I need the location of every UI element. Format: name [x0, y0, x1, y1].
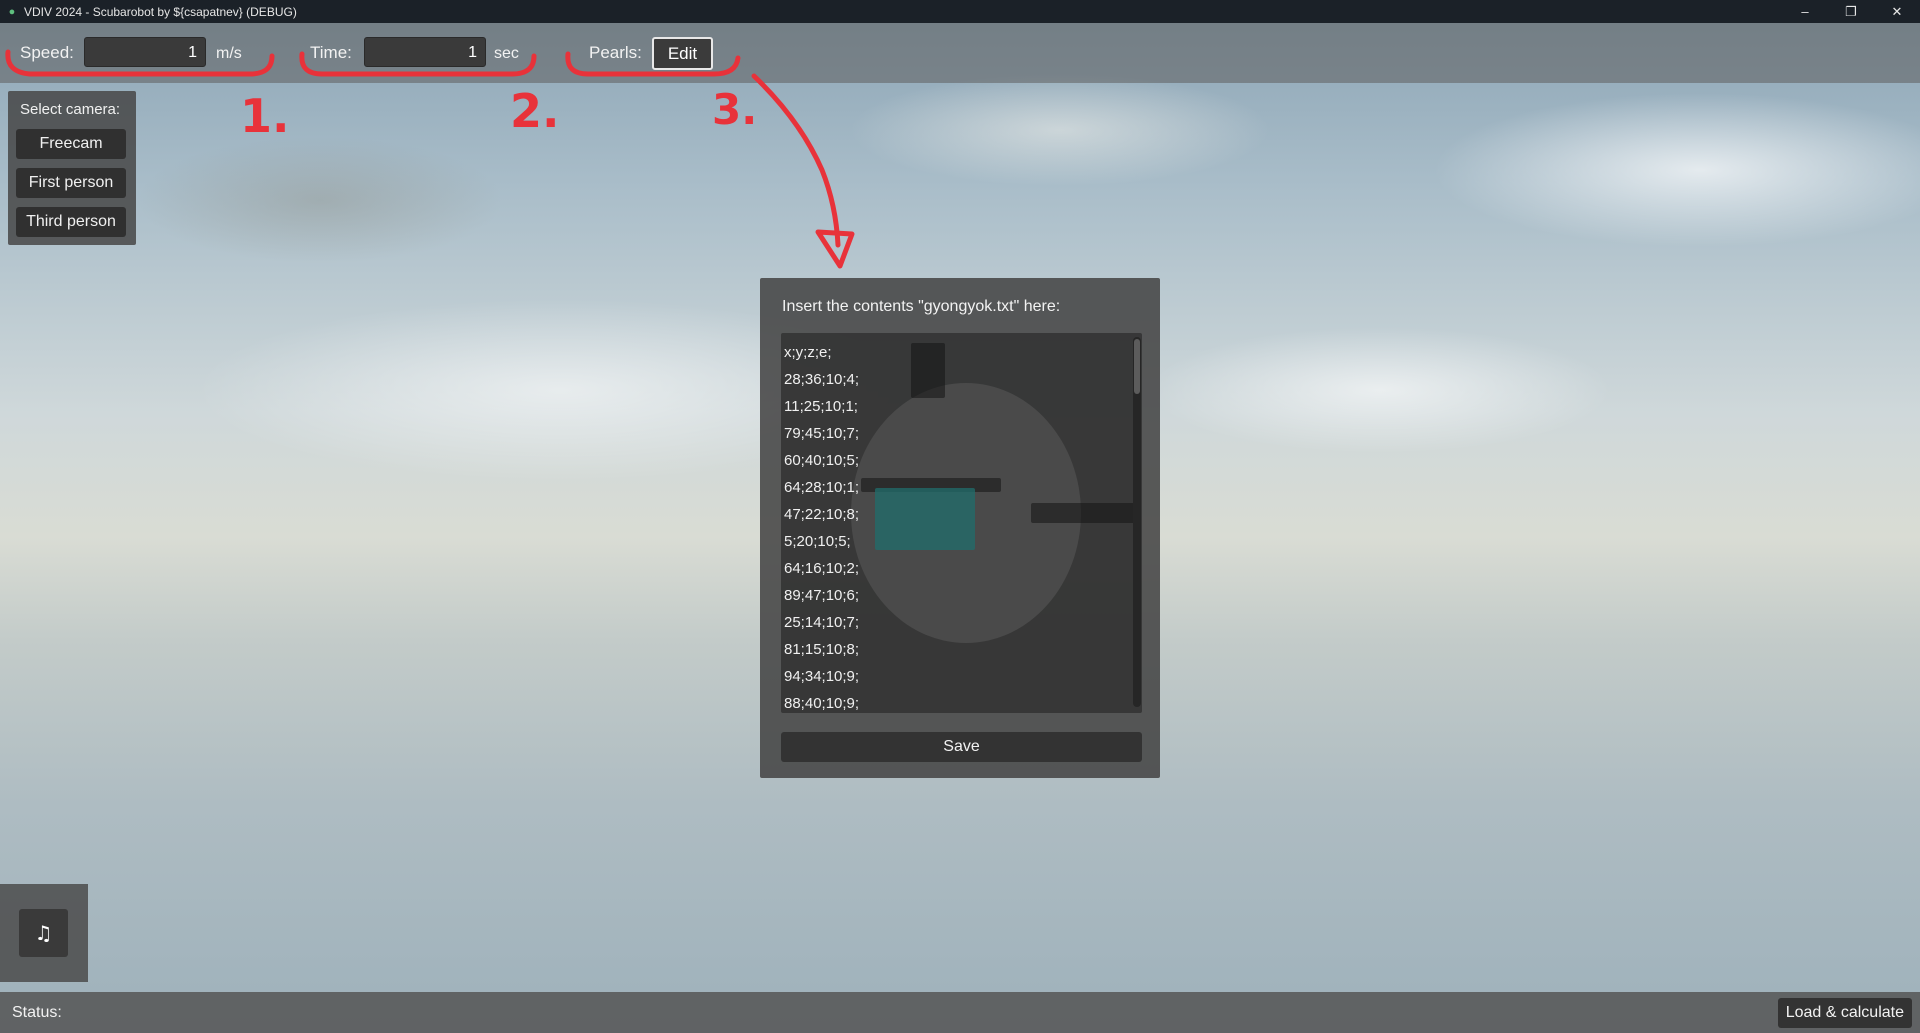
- arrow-shaft: [751, 73, 841, 248]
- submarine-window: [875, 488, 975, 550]
- pearls-text-lines: x;y;z;e; 28;36;10;4; 11;25;10;1; 79;45;10;7…: [784, 339, 859, 713]
- pearls-label: Pearls:: [589, 43, 642, 62]
- close-button[interactable]: ✕: [1874, 0, 1920, 23]
- pearl-line: 28;36;10;4;: [784, 371, 860, 388]
- pearls-dialog: Insert the contents "gyongyok.txt" here:…: [760, 278, 1160, 778]
- pearl-line: 47;22;10;8;: [784, 506, 860, 523]
- pearl-line: 11;25;10;1;: [784, 398, 858, 415]
- pearl-line: 60;40;10;5;: [784, 452, 860, 469]
- arrow-head: [815, 229, 855, 269]
- annotation-1: 1.: [240, 89, 289, 143]
- time-input[interactable]: 1: [364, 37, 486, 67]
- title-bar: ● VDIV 2024 - Scubarobot by ${csapatnev}…: [0, 0, 1920, 23]
- pearl-line: 5;20;10;5;: [784, 533, 851, 550]
- pearls-textarea[interactable]: x;y;z;e; 28;36;10;4; 11;25;10;1; 79;45;10;7…: [781, 333, 1142, 713]
- pearl-line: 89;47;10;6;: [784, 587, 860, 604]
- pearl-line: 64;28;10;1;: [784, 479, 860, 496]
- music-panel: ♫: [0, 884, 88, 982]
- pearl-line: x;y;z;e;: [784, 344, 832, 361]
- status-bar: Status: Load & calculate: [0, 992, 1920, 1033]
- top-toolbar: Speed: 1 m/s Time: 1 sec Pearls: Edit: [0, 23, 1920, 83]
- camera-panel-title: Select camera:: [20, 101, 121, 118]
- window-title: VDIV 2024 - Scubarobot by ${csapatnev} (…: [24, 4, 297, 19]
- window-controls: – ❐ ✕: [1782, 0, 1920, 23]
- annotation-2: 2.: [510, 84, 559, 138]
- annotation-3: 3.: [712, 85, 757, 134]
- speed-label: Speed:: [20, 43, 74, 62]
- submarine-wing: [1031, 503, 1141, 523]
- third-person-button[interactable]: Third person: [16, 207, 126, 237]
- status-label: Status:: [12, 1004, 62, 1021]
- pearl-line: 25;14;10;7;: [784, 614, 860, 631]
- freecam-button[interactable]: Freecam: [16, 129, 126, 159]
- speed-unit: m/s: [216, 45, 242, 62]
- restore-button[interactable]: ❐: [1828, 0, 1874, 23]
- time-label: Time:: [310, 43, 352, 62]
- pearl-line: 79;45;10;7;: [784, 425, 860, 442]
- load-calculate-button[interactable]: Load & calculate: [1777, 998, 1912, 1028]
- pearl-line: 64;16;10;2;: [784, 560, 860, 577]
- submarine-periscope: [911, 343, 945, 398]
- first-person-button[interactable]: First person: [16, 168, 126, 198]
- pearl-line: 81;15;10;8;: [784, 641, 860, 658]
- dialog-prompt: Insert the contents "gyongyok.txt" here:: [782, 298, 1061, 315]
- camera-select-panel: Select camera: Freecam First person Thir…: [8, 91, 136, 245]
- pearl-line: 94;34;10;9;: [784, 668, 860, 685]
- edit-pearls-button[interactable]: Edit: [652, 37, 713, 70]
- textarea-scrollbar[interactable]: [1133, 337, 1141, 707]
- scrollbar-thumb[interactable]: [1134, 339, 1140, 394]
- pearl-line: 88;40;10;9;: [784, 695, 860, 712]
- android-icon: ●: [8, 5, 16, 18]
- music-note-icon[interactable]: ♫: [19, 909, 68, 957]
- minimize-button[interactable]: –: [1782, 0, 1828, 23]
- time-unit: sec: [494, 45, 519, 62]
- save-button[interactable]: Save: [781, 732, 1142, 762]
- speed-input[interactable]: 1: [84, 37, 206, 67]
